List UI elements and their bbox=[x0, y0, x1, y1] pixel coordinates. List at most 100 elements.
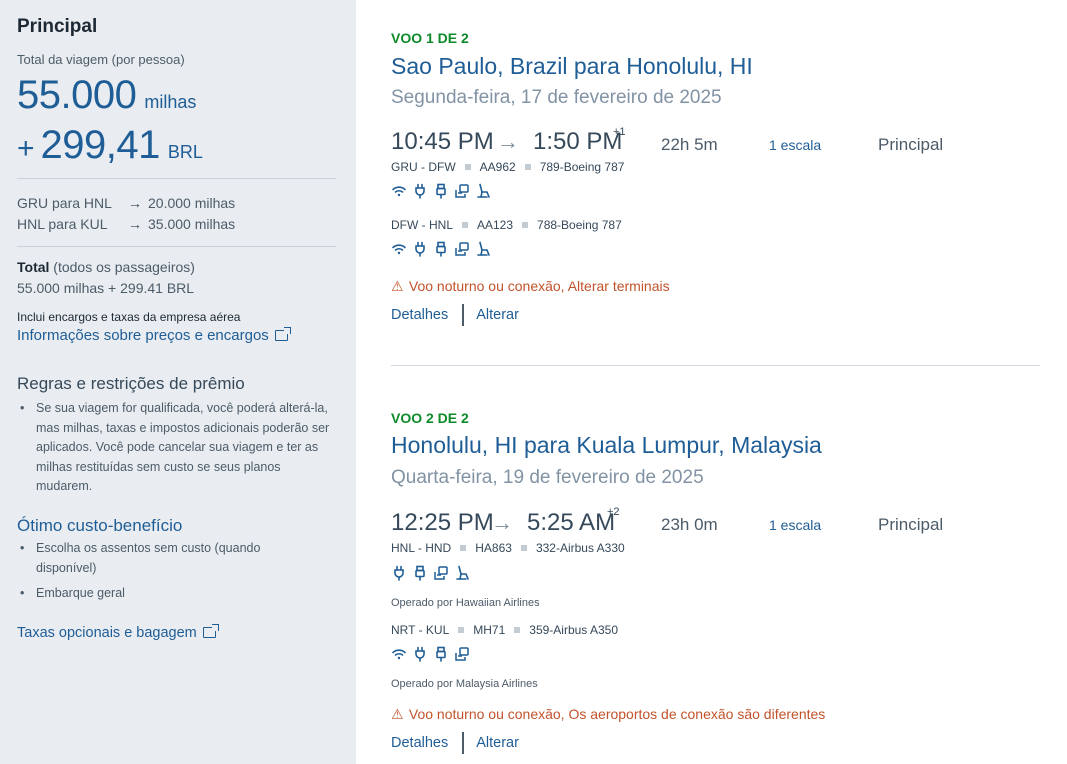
entertainment-icon bbox=[454, 646, 470, 662]
total-heading: Total (todos os passageiros) bbox=[17, 259, 195, 275]
power-icon bbox=[391, 565, 407, 581]
flight-route: Honolulu, HI para Kuala Lumpur, Malaysia bbox=[391, 432, 822, 458]
leg-price-row: HNL para KUL → 35.000 milhas bbox=[17, 216, 235, 232]
flight-duration: 22h 5m bbox=[661, 135, 718, 154]
flight-route: Sao Paulo, Brazil para Honolulu, HI bbox=[391, 53, 753, 79]
cabin-class: Principal bbox=[878, 135, 944, 154]
miles-amount: 55.000 bbox=[17, 73, 137, 117]
segment-info: DFW - HNL AA123 788-Boeing 787 bbox=[391, 218, 622, 232]
segment-aircraft: 332-Airbus A330 bbox=[535, 541, 625, 555]
external-link-icon bbox=[274, 327, 291, 341]
wifi-icon bbox=[391, 183, 407, 199]
leg-miles: 35.000 milhas bbox=[148, 216, 236, 232]
usb-icon bbox=[412, 565, 428, 581]
divider bbox=[17, 178, 336, 179]
price-summary-sidebar: Principal Total da viagem (por pessoa) 5… bbox=[0, 0, 356, 764]
amenities-row bbox=[391, 183, 496, 199]
separator-dot bbox=[458, 627, 465, 633]
segment-info: GRU - DFW AA962 789-Boeing 787 bbox=[391, 160, 624, 174]
entertainment-icon bbox=[454, 241, 470, 257]
power-icon bbox=[412, 183, 428, 199]
arrive-time: 5:25 AM bbox=[527, 509, 616, 536]
fare-class-title: Principal bbox=[17, 16, 98, 37]
optional-fees-link-label: Taxas opcionais e bagagem bbox=[17, 625, 197, 641]
pricing-info-link-label: Informações sobre preços e encargos bbox=[17, 327, 269, 344]
amenities-row bbox=[391, 646, 475, 662]
divider bbox=[462, 732, 465, 754]
flight-number-label: VOO 1 DE 2 bbox=[391, 30, 469, 46]
optional-fees-link[interactable]: Taxas opcionais e bagagem bbox=[17, 624, 219, 641]
warning-icon: ⚠ bbox=[391, 278, 404, 294]
leg-miles: 20.000 milhas bbox=[148, 195, 236, 211]
plus-sign: + bbox=[17, 132, 35, 165]
separator-dot bbox=[524, 164, 531, 170]
flight-date: Segunda-feira, 17 de fevereiro de 2025 bbox=[391, 87, 722, 108]
separator-dot bbox=[520, 545, 527, 551]
separator-dot bbox=[514, 627, 521, 633]
segment-route: NRT - KUL bbox=[391, 623, 450, 637]
segment-flight: AA962 bbox=[479, 160, 516, 174]
total-label: Total bbox=[17, 259, 50, 275]
depart-time: 10:45 PM bbox=[391, 128, 494, 155]
trip-total-label: Total da viagem (por pessoa) bbox=[17, 52, 185, 67]
segment-info: HNL - HND HA863 332-Airbus A330 bbox=[391, 541, 625, 555]
list-item: Embarque geral bbox=[17, 584, 317, 604]
stops-link[interactable]: 1 escala bbox=[769, 137, 821, 153]
segment-aircraft: 789-Boeing 787 bbox=[539, 160, 625, 174]
overnight-warning: ⚠ Voo noturno ou conexão, Os aeroportos … bbox=[391, 706, 825, 723]
power-icon bbox=[412, 646, 428, 662]
entertainment-icon bbox=[454, 183, 470, 199]
value-heading: Ótimo custo-benefício bbox=[17, 516, 183, 535]
brl-total: +299,41 BRL bbox=[17, 123, 203, 168]
warning-text: Voo noturno ou conexão, Alterar terminai… bbox=[408, 278, 670, 294]
arrow-right-icon: → bbox=[497, 129, 519, 154]
change-link[interactable]: Alterar bbox=[476, 307, 519, 323]
rules-list: Se sua viagem for qualificada, você pode… bbox=[17, 399, 337, 497]
segment-route: HNL - HND bbox=[391, 541, 452, 555]
entertainment-icon bbox=[433, 565, 449, 581]
usb-icon bbox=[433, 183, 449, 199]
wifi-icon bbox=[391, 646, 407, 662]
details-link[interactable]: Detalhes bbox=[391, 307, 448, 323]
separator-dot bbox=[464, 164, 471, 170]
seat-icon bbox=[454, 565, 470, 581]
total-value: 55.000 milhas + 299.41 BRL bbox=[17, 280, 195, 296]
warning-text: Voo noturno ou conexão, Os aeroportos de… bbox=[408, 706, 826, 722]
rules-heading: Regras e restrições de prêmio bbox=[17, 374, 245, 393]
operated-by: Operado por Hawaiian Airlines bbox=[391, 597, 540, 609]
arrive-time: 1:50 PM bbox=[533, 128, 623, 155]
separator-dot bbox=[460, 545, 467, 551]
value-list: Escolha os assentos sem custo (quando di… bbox=[17, 539, 317, 604]
leg-price-row: GRU para HNL → 20.000 milhas bbox=[17, 195, 235, 211]
cabin-class: Principal bbox=[878, 515, 944, 534]
day-offset: +2 bbox=[607, 506, 620, 518]
pricing-info-link[interactable]: Informações sobre preços e encargos bbox=[17, 327, 291, 344]
flight-date: Quarta-feira, 19 de fevereiro de 2025 bbox=[391, 467, 704, 488]
change-link[interactable]: Alterar bbox=[476, 735, 519, 751]
stops-link[interactable]: 1 escala bbox=[769, 517, 821, 533]
details-link[interactable]: Detalhes bbox=[391, 735, 448, 751]
overnight-warning: ⚠ Voo noturno ou conexão, Alterar termin… bbox=[391, 278, 670, 295]
segment-route: GRU - DFW bbox=[391, 160, 456, 174]
day-offset: +1 bbox=[613, 126, 626, 138]
arrow-right-icon: → bbox=[128, 195, 142, 211]
leg-route: GRU para HNL bbox=[17, 195, 112, 211]
segment-info: NRT - KUL MH71 359-Airbus A350 bbox=[391, 623, 618, 637]
usb-icon bbox=[433, 646, 449, 662]
miles-unit: milhas bbox=[144, 92, 197, 112]
flight-number-label: VOO 2 DE 2 bbox=[391, 410, 469, 426]
total-paren: (todos os passageiros) bbox=[53, 259, 195, 275]
power-icon bbox=[412, 241, 428, 257]
seat-icon bbox=[475, 183, 491, 199]
segment-aircraft: 359-Airbus A350 bbox=[529, 623, 618, 637]
operated-by: Operado por Malaysia Airlines bbox=[391, 678, 538, 690]
segment-flight: HA863 bbox=[475, 541, 512, 555]
divider bbox=[391, 365, 1040, 366]
list-item: Escolha os assentos sem custo (quando di… bbox=[17, 539, 317, 578]
flight-actions: Detalhes Alterar bbox=[391, 304, 519, 326]
separator-dot bbox=[522, 222, 529, 228]
segment-flight: AA123 bbox=[477, 218, 514, 232]
amenities-row bbox=[391, 241, 496, 257]
seat-icon bbox=[475, 241, 491, 257]
fees-note: Inclui encargos e taxas da empresa aérea bbox=[17, 310, 241, 324]
